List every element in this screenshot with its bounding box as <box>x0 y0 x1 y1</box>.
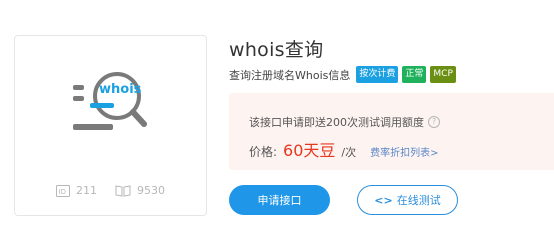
subtitle-row: 查询注册域名Whois信息 按次计费 正常 MCP <box>229 66 456 83</box>
api-id-value: 211 <box>76 184 97 197</box>
mcp-tag: MCP <box>430 66 456 83</box>
apply-api-button[interactable]: 申请接口 <box>229 185 330 215</box>
billing-tag: 按次计费 <box>356 66 399 83</box>
whois-logo: whois <box>73 58 153 138</box>
read-count-stat: 9530 <box>115 184 165 197</box>
api-product-panel: whois ID 211 9530 whois查询 查询注册域名Whois信息 … <box>0 0 554 231</box>
id-icon: ID <box>56 184 70 197</box>
svg-text:ID: ID <box>59 188 66 196</box>
page-title: whois查询 <box>229 39 324 61</box>
apply-button-label: 申请接口 <box>257 194 302 207</box>
online-test-button[interactable]: <> 在线测试 <box>357 185 458 215</box>
test-button-label: 在线测试 <box>396 194 441 207</box>
free-quota-notice: 该接口申请即送200次测试调用额度 ? <box>249 114 440 130</box>
magnifier-whois-icon: whois <box>73 72 147 130</box>
book-icon <box>115 184 131 197</box>
api-logo-card: whois ID 211 9530 <box>14 35 207 216</box>
price-label: 价格: <box>249 145 278 159</box>
read-count-value: 9530 <box>137 184 165 197</box>
card-stats: ID 211 9530 <box>15 184 206 197</box>
pricing-panel: 该接口申请即送200次测试调用额度 ? 价格: 60天豆 /次 费率折扣列表> <box>229 93 554 170</box>
api-id-stat: ID 211 <box>56 184 97 197</box>
question-circle-icon[interactable]: ? <box>428 116 440 128</box>
price-row: 价格: 60天豆 /次 费率折扣列表> <box>249 137 439 161</box>
status-badge: 正常 <box>402 66 427 83</box>
price-value: 60天豆 <box>283 141 336 160</box>
price-unit: /次 <box>341 146 357 159</box>
code-brackets-icon: <> <box>374 193 393 207</box>
logo-text: whois <box>99 82 142 97</box>
api-description: 查询注册域名Whois信息 <box>229 68 351 82</box>
discount-list-link[interactable]: 费率折扣列表> <box>370 144 438 159</box>
notice-text: 该接口申请即送200次测试调用额度 <box>249 116 424 129</box>
